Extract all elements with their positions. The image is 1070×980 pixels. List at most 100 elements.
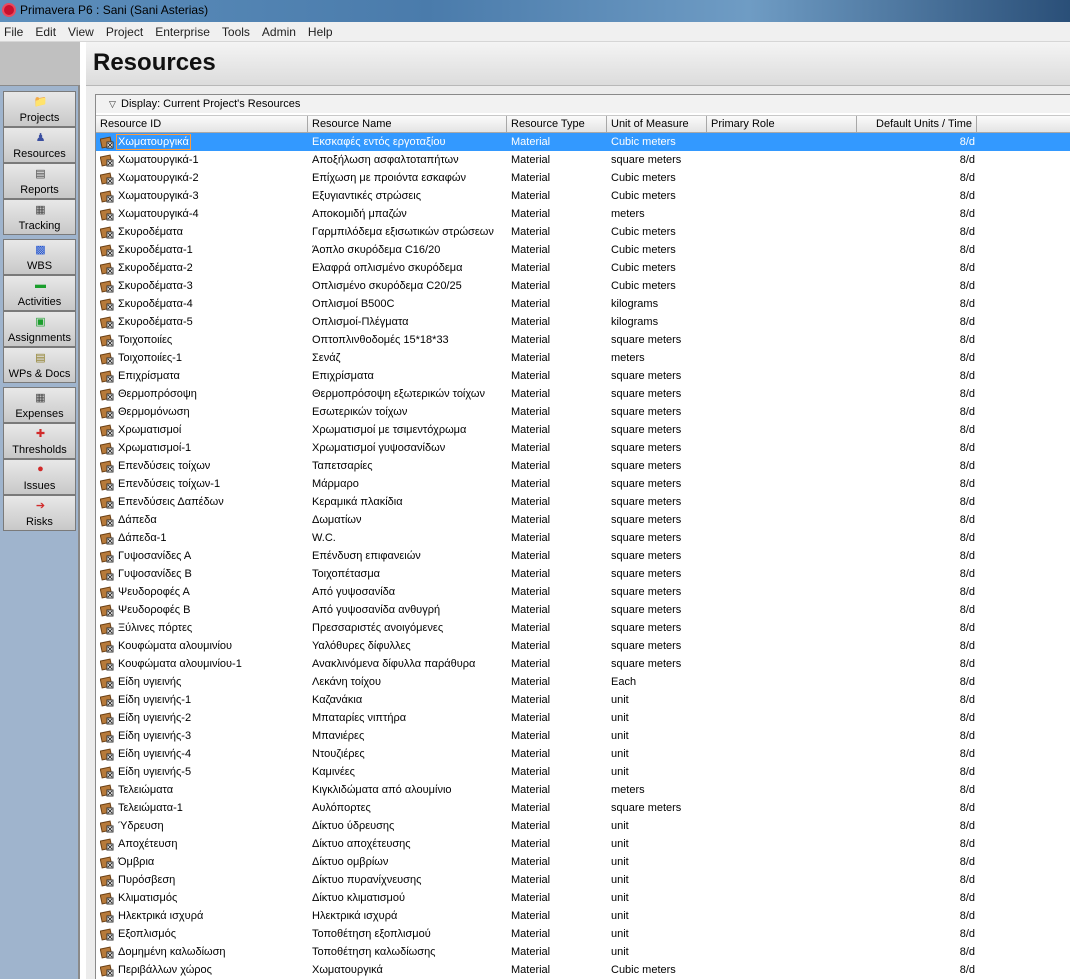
cell-id[interactable]: Θερμοπρόσοψη (96, 385, 308, 403)
cell-uom[interactable]: square meters (607, 637, 707, 655)
cell-units[interactable]: 8/d (857, 583, 977, 601)
table-row[interactable]: Ψευδοροφές Α Από γυψοσανίδα Material square… (96, 583, 1070, 601)
cell-units[interactable]: 8/d (857, 601, 977, 619)
cell-role[interactable] (707, 385, 857, 403)
cell-name[interactable]: Δίκτυο ομβρίων (308, 853, 507, 871)
cell-role[interactable] (707, 223, 857, 241)
cell-type[interactable]: Material (507, 241, 607, 259)
cell-type[interactable]: Material (507, 763, 607, 781)
cell-role[interactable] (707, 961, 857, 979)
cell-type[interactable]: Material (507, 529, 607, 547)
table-row[interactable]: Γυψοσανίδες Β Τοιχοπέτασμα Material square … (96, 565, 1070, 583)
cell-name[interactable]: W.C. (308, 529, 507, 547)
cell-name[interactable]: Μπανιέρες (308, 727, 507, 745)
cell-units[interactable]: 8/d (857, 277, 977, 295)
cell-type[interactable]: Material (507, 421, 607, 439)
cell-uom[interactable]: square meters (607, 439, 707, 457)
cell-uom[interactable]: kilograms (607, 295, 707, 313)
cell-name[interactable]: Τοποθέτηση καλωδίωσης (308, 943, 507, 961)
cell-name[interactable]: Θερμοπρόσοψη εξωτερικών τοίχων (308, 385, 507, 403)
display-filter-bar[interactable]: ▽ Display: Current Project's Resources (96, 95, 1070, 113)
cell-role[interactable] (707, 835, 857, 853)
cell-uom[interactable]: Cubic meters (607, 169, 707, 187)
collapse-arrow-icon[interactable]: ▽ (109, 99, 116, 110)
cell-uom[interactable]: Cubic meters (607, 187, 707, 205)
cell-uom[interactable]: square meters (607, 511, 707, 529)
cell-id[interactable]: Χωματουργικά-1 (96, 151, 308, 169)
cell-role[interactable] (707, 241, 857, 259)
cell-role[interactable] (707, 745, 857, 763)
cell-id[interactable]: Επιχρίσματα (96, 367, 308, 385)
cell-name[interactable]: Ελαφρά οπλισμένο σκυρόδεμα (308, 259, 507, 277)
cell-name[interactable]: Οπτοπλινθοδομές 15*18*33 (308, 331, 507, 349)
cell-units[interactable]: 8/d (857, 331, 977, 349)
cell-role[interactable] (707, 799, 857, 817)
cell-role[interactable] (707, 691, 857, 709)
cell-role[interactable] (707, 295, 857, 313)
cell-type[interactable]: Material (507, 565, 607, 583)
cell-units[interactable]: 8/d (857, 439, 977, 457)
cell-units[interactable]: 8/d (857, 763, 977, 781)
nav-wbs[interactable]: ▩ WBS (3, 239, 76, 275)
table-row[interactable]: Τελειώματα Κιγκλιδώματα από αλουμίνιο Mate… (96, 781, 1070, 799)
nav-tracking[interactable]: ▦ Tracking (3, 199, 76, 235)
cell-name[interactable]: Χρωματισμοί με τσιμεντόχρωμα (308, 421, 507, 439)
cell-id[interactable]: Τοιχοποιίες-1 (96, 349, 308, 367)
table-row[interactable]: Πυρόσβεση Δίκτυο πυρανίχνευσης Material uni… (96, 871, 1070, 889)
cell-type[interactable]: Material (507, 907, 607, 925)
cell-name[interactable]: Λεκάνη τοίχου (308, 673, 507, 691)
nav-wps-docs[interactable]: ▤ WPs & Docs (3, 347, 76, 383)
cell-role[interactable] (707, 439, 857, 457)
cell-id[interactable]: Γυψοσανίδες Β (96, 565, 308, 583)
table-row[interactable]: Εξοπλισμός Τοποθέτηση εξοπλισμού Material u… (96, 925, 1070, 943)
cell-id[interactable]: Κουφώματα αλουμινίου-1 (96, 655, 308, 673)
table-row[interactable]: Σκυροδέματα Γαρμπιλόδεμα εξισωτικών στρώσ… (96, 223, 1070, 241)
cell-uom[interactable]: square meters (607, 583, 707, 601)
cell-name[interactable]: Δίκτυο πυρανίχνευσης (308, 871, 507, 889)
cell-uom[interactable]: Cubic meters (607, 241, 707, 259)
cell-uom[interactable]: Cubic meters (607, 961, 707, 979)
cell-id[interactable]: Χωματουργικά-4 (96, 205, 308, 223)
cell-id[interactable]: Ηλεκτρικά ισχυρά (96, 907, 308, 925)
cell-name[interactable]: Εσωτερικών τοίχων (308, 403, 507, 421)
cell-role[interactable] (707, 331, 857, 349)
column-header-resource-type[interactable]: Resource Type (507, 116, 607, 133)
cell-units[interactable]: 8/d (857, 529, 977, 547)
cell-role[interactable] (707, 601, 857, 619)
cell-name[interactable]: Από γυψοσανίδα (308, 583, 507, 601)
cell-type[interactable]: Material (507, 223, 607, 241)
cell-uom[interactable]: square meters (607, 367, 707, 385)
cell-id[interactable]: Είδη υγιεινής (96, 673, 308, 691)
menu-file[interactable]: File (0, 22, 29, 42)
cell-type[interactable]: Material (507, 853, 607, 871)
cell-id[interactable]: Επενδύσεις Δαπέδων (96, 493, 308, 511)
cell-type[interactable]: Material (507, 691, 607, 709)
cell-role[interactable] (707, 511, 857, 529)
column-header-primary-role[interactable]: Primary Role (707, 116, 857, 133)
cell-role[interactable] (707, 205, 857, 223)
cell-name[interactable]: Αποξήλωση ασφαλτοταπήτων (308, 151, 507, 169)
cell-type[interactable]: Material (507, 205, 607, 223)
table-row[interactable]: Σκυροδέματα-5 Οπλισμοί-Πλέγματα Material ki… (96, 313, 1070, 331)
cell-type[interactable]: Material (507, 889, 607, 907)
menu-help[interactable]: Help (302, 22, 339, 42)
cell-units[interactable]: 8/d (857, 565, 977, 583)
cell-units[interactable]: 8/d (857, 547, 977, 565)
cell-units[interactable]: 8/d (857, 385, 977, 403)
cell-units[interactable]: 8/d (857, 817, 977, 835)
cell-id[interactable]: Ψευδοροφές Β (96, 601, 308, 619)
cell-type[interactable]: Material (507, 637, 607, 655)
cell-uom[interactable]: square meters (607, 601, 707, 619)
cell-id[interactable]: Κουφώματα αλουμινίου (96, 637, 308, 655)
cell-name[interactable]: Αυλόπορτες (308, 799, 507, 817)
table-row[interactable]: Τελειώματα-1 Αυλόπορτες Material square met… (96, 799, 1070, 817)
cell-role[interactable] (707, 889, 857, 907)
cell-type[interactable]: Material (507, 817, 607, 835)
cell-role[interactable] (707, 151, 857, 169)
table-row[interactable]: Είδη υγιεινής Λεκάνη τοίχου Material Each 8/… (96, 673, 1070, 691)
cell-units[interactable]: 8/d (857, 475, 977, 493)
cell-name[interactable]: Επιχρίσματα (308, 367, 507, 385)
cell-units[interactable]: 8/d (857, 493, 977, 511)
cell-role[interactable] (707, 475, 857, 493)
table-row[interactable]: Κουφώματα αλουμινίου Υαλόθυρες δίφυλλες Ma… (96, 637, 1070, 655)
